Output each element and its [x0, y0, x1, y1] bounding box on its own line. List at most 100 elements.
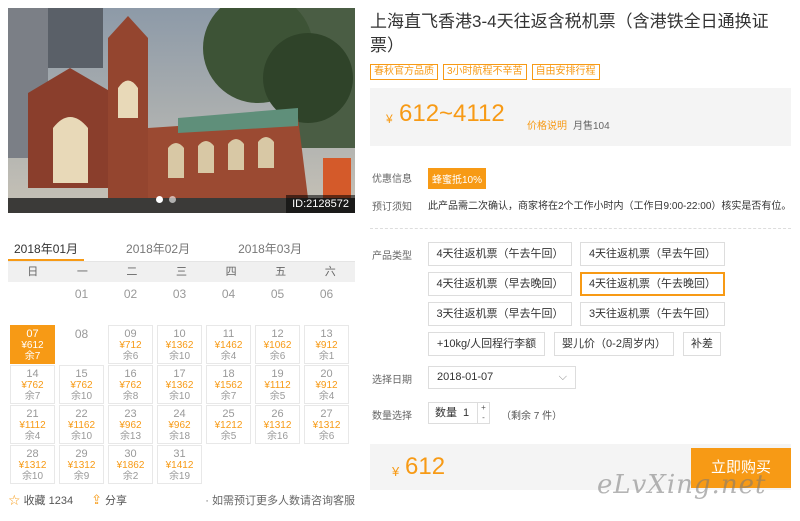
day-remaining: 余10 — [70, 391, 93, 402]
calendar-day[interactable]: 29 ¥1312 余9 — [59, 445, 104, 484]
day-price: ¥1312 — [18, 460, 47, 471]
day-remaining: 余4 — [220, 351, 237, 362]
option-infant-price[interactable]: 婴儿价（0-2周岁内） — [554, 332, 674, 356]
calendar-day[interactable]: 23 ¥962 余13 — [108, 405, 153, 444]
calendar-day[interactable]: 19 ¥1112 余5 — [255, 365, 300, 404]
day-number: 21 — [26, 408, 39, 420]
month-tab[interactable]: 2018年01月 — [8, 236, 85, 261]
day-number: 15 — [75, 368, 88, 380]
share-icon[interactable]: ⇪ — [91, 492, 102, 508]
calendar-day — [304, 445, 349, 484]
calendar-day: 06 — [304, 285, 349, 324]
day-price: ¥912 — [315, 340, 338, 351]
calendar-day[interactable]: 12 ¥1062 余6 — [255, 325, 300, 364]
calendar-day: 01 — [59, 285, 104, 324]
calendar-day[interactable]: 31 ¥1412 余19 — [157, 445, 202, 484]
calendar-day[interactable]: 13 ¥912 余1 — [304, 325, 349, 364]
date-value: 2018-01-07 — [437, 371, 494, 383]
calendar-day[interactable]: 09 ¥712 余6 — [108, 325, 153, 364]
day-price: ¥1062 — [263, 340, 292, 351]
day-remaining: 余16 — [266, 431, 289, 442]
calendar-day[interactable]: 24 ¥962 余18 — [157, 405, 202, 444]
day-number: 17 — [173, 368, 186, 380]
weekday-label: 四 — [225, 266, 237, 278]
church-image — [8, 8, 355, 213]
option-4day-morning-evening[interactable]: 4天往返机票（早去晚回） — [428, 272, 572, 296]
day-remaining: 余7 — [220, 391, 237, 402]
day-number: 08 — [74, 327, 89, 341]
option-3day-morning-noon[interactable]: 3天往返机票（早去午回） — [428, 302, 572, 326]
day-price: ¥1362 — [165, 340, 194, 351]
day-number: 06 — [319, 287, 334, 301]
calendar-day[interactable]: 25 ¥1212 余5 — [206, 405, 251, 444]
day-number: 24 — [173, 408, 186, 420]
calendar-day[interactable]: 15 ¥762 余10 — [59, 365, 104, 404]
option-price-diff[interactable]: 补差 — [683, 332, 721, 356]
day-remaining: 余7 — [24, 351, 41, 362]
calendar-day[interactable]: 17 ¥1362 余10 — [157, 365, 202, 404]
day-number: 20 — [320, 368, 333, 380]
calendar-day[interactable]: 18 ¥1562 余7 — [206, 365, 251, 404]
chevron-down-icon: ⌵ — [558, 371, 567, 383]
product-photo[interactable]: ID:2128572 — [8, 8, 355, 213]
increment-icon[interactable]: + — [478, 403, 489, 413]
day-number: 23 — [124, 408, 137, 420]
day-number: 03 — [172, 287, 187, 301]
calendar-day: 03 — [157, 285, 202, 324]
option-4day-noon-evening[interactable]: 4天往返机票（午去晚回） — [580, 272, 725, 296]
carousel-dot[interactable] — [169, 196, 176, 203]
calendar-day — [10, 285, 55, 324]
option-4day-morning-noon[interactable]: 4天往返机票（早去午回） — [580, 242, 725, 266]
calendar-day[interactable]: 30 ¥1862 余2 — [108, 445, 153, 484]
month-tab[interactable]: 2018年02月 — [120, 236, 196, 261]
calendar-day[interactable]: 16 ¥762 余8 — [108, 365, 153, 404]
day-number: 29 — [75, 448, 88, 460]
quantity-stepper[interactable]: 数量 1 + - — [428, 402, 490, 424]
day-price: ¥1462 — [214, 340, 243, 351]
day-number: 09 — [124, 328, 137, 340]
day-remaining: 余10 — [21, 471, 44, 482]
month-tab[interactable]: 2018年03月 — [232, 236, 308, 261]
day-price: ¥762 — [21, 380, 44, 391]
decrement-icon[interactable]: - — [478, 413, 489, 423]
calendar-day[interactable]: 26 ¥1312 余16 — [255, 405, 300, 444]
calendar-day[interactable]: 11 ¥1462 余4 — [206, 325, 251, 364]
favorite-link[interactable]: 收藏 1234 — [24, 492, 74, 508]
carousel-dots — [156, 196, 176, 203]
date-label: 选择日期 — [372, 375, 412, 386]
stepper-buttons[interactable]: + - — [477, 403, 489, 423]
carousel-dot[interactable] — [156, 196, 163, 203]
price-explain-link[interactable]: 价格说明 — [527, 117, 567, 132]
weekday-label: 六 — [324, 266, 336, 278]
day-price: ¥912 — [315, 380, 338, 391]
calendar-day[interactable]: 21 ¥1112 余4 — [10, 405, 55, 444]
calendar-day[interactable]: 28 ¥1312 余10 — [10, 445, 55, 484]
calendar-day[interactable]: 22 ¥1162 余10 — [59, 405, 104, 444]
calendar-day[interactable]: 20 ¥912 余4 — [304, 365, 349, 404]
calendar-day[interactable]: 14 ¥762 余7 — [10, 365, 55, 404]
day-number: 16 — [124, 368, 137, 380]
day-number: 22 — [75, 408, 88, 420]
day-remaining: 余4 — [318, 391, 335, 402]
total-price: 612 — [405, 453, 446, 480]
calendar-day[interactable]: 10 ¥1362 余10 — [157, 325, 202, 364]
option-extra-luggage[interactable]: +10kg/人回程行李额 — [428, 332, 545, 356]
star-icon[interactable]: ☆ — [8, 492, 21, 509]
qty-value[interactable]: 1 — [463, 403, 469, 423]
calendar-day: 05 — [255, 285, 300, 324]
option-3day-noon-noon[interactable]: 3天往返机票（午去午回） — [580, 302, 725, 326]
calendar-day[interactable]: 27 ¥1312 余6 — [304, 405, 349, 444]
weekday-label: 一 — [76, 266, 88, 278]
day-remaining: 余13 — [119, 431, 142, 442]
day-number: 14 — [26, 368, 39, 380]
day-price: ¥1362 — [165, 380, 194, 391]
calendar-day[interactable]: 07 ¥612 余7 — [10, 325, 55, 364]
day-price: ¥1312 — [312, 420, 341, 431]
day-remaining: 余10 — [70, 431, 93, 442]
date-select[interactable]: 2018-01-07 ⌵ — [428, 366, 576, 389]
type-label: 产品类型 — [372, 251, 412, 262]
option-4day-noon-noon[interactable]: 4天往返机票（午去午回） — [428, 242, 572, 266]
total-currency: ¥ — [392, 464, 400, 479]
watermark: eLvXing.net — [597, 470, 767, 500]
share-link[interactable]: 分享 — [105, 492, 127, 508]
